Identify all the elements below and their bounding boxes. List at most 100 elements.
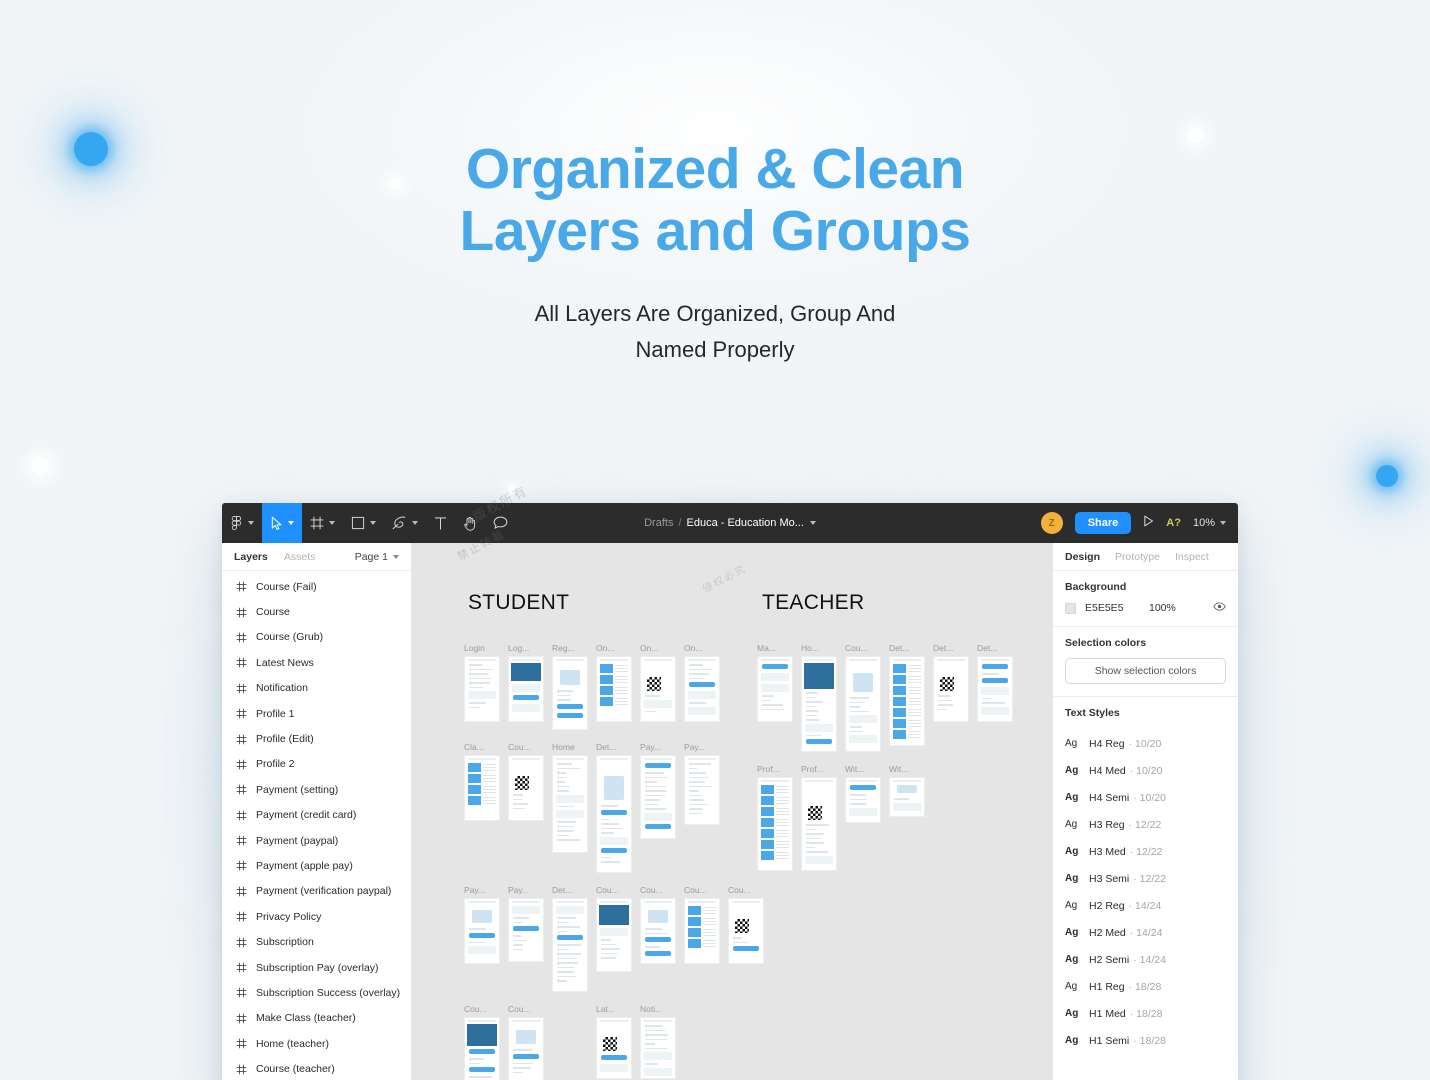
- artboard-frame[interactable]: Prof...: [757, 764, 793, 871]
- text-style-row[interactable]: Ag H1 Reg · 18/28: [1065, 973, 1226, 1000]
- layer-row[interactable]: Subscription: [222, 929, 411, 954]
- artboard-frame[interactable]: Cou...: [508, 742, 544, 821]
- comment-tool-button[interactable]: [485, 503, 516, 543]
- frame-tool-button[interactable]: [302, 503, 343, 543]
- layer-row[interactable]: Make Class (teacher): [222, 1006, 411, 1031]
- layer-row[interactable]: Profile (Edit): [222, 726, 411, 751]
- layer-row[interactable]: Payment (setting): [222, 777, 411, 802]
- layer-row[interactable]: Course: [222, 599, 411, 624]
- figma-canvas[interactable]: STUDENT TEACHER Login Log... Reg... On... On…: [412, 543, 1052, 1080]
- text-style-row[interactable]: Ag H2 Med · 14/24: [1065, 919, 1226, 946]
- artboard-frame[interactable]: Det...: [596, 742, 632, 873]
- layer-row[interactable]: Notification: [222, 676, 411, 701]
- text-style-row[interactable]: Ag H1 Semi · 18/28: [1065, 1027, 1226, 1054]
- artboard-frame[interactable]: Cou...: [596, 885, 632, 972]
- artboard-frame[interactable]: Cla...: [464, 742, 500, 821]
- artboard-frame[interactable]: Cou...: [640, 885, 676, 964]
- text-style-row[interactable]: Ag H4 Semi · 10/20: [1065, 784, 1226, 811]
- artboard-frame[interactable]: Cou...: [464, 1004, 500, 1080]
- show-selection-colors-button[interactable]: Show selection colors: [1065, 658, 1226, 684]
- avatar[interactable]: Z: [1040, 512, 1063, 534]
- artboard-frame[interactable]: Cou...: [508, 1004, 544, 1080]
- present-button[interactable]: [1143, 514, 1154, 532]
- layer-row[interactable]: Course (teacher): [222, 1056, 411, 1080]
- tab-prototype[interactable]: Prototype: [1115, 551, 1160, 563]
- layer-row[interactable]: Profile 1: [222, 701, 411, 726]
- artboard-frame[interactable]: Det...: [933, 643, 969, 722]
- tab-assets[interactable]: Assets: [284, 551, 316, 563]
- layer-row[interactable]: Profile 2: [222, 752, 411, 777]
- layer-list[interactable]: Course (Fail) Course Course (Grub) Latest N…: [222, 571, 411, 1080]
- figma-menu-button[interactable]: [222, 503, 262, 543]
- decorative-dot-right: [1376, 465, 1398, 487]
- background-color-swatch[interactable]: [1065, 602, 1076, 614]
- accessibility-badge[interactable]: A?: [1166, 517, 1181, 529]
- artboard-frame[interactable]: Ma...: [757, 643, 793, 722]
- artboard-frame[interactable]: Login: [464, 643, 500, 722]
- layer-row[interactable]: Payment (apple pay): [222, 853, 411, 878]
- breadcrumb-parent[interactable]: Drafts: [644, 517, 673, 529]
- zoom-control[interactable]: 10%: [1193, 517, 1226, 529]
- artboard-frame[interactable]: Det...: [889, 643, 925, 746]
- artboard-frame[interactable]: Pay...: [508, 885, 544, 962]
- layer-row[interactable]: Privacy Policy: [222, 904, 411, 929]
- artboard-frame[interactable]: On...: [684, 643, 720, 722]
- layer-row[interactable]: Home (teacher): [222, 1031, 411, 1056]
- artboard-thumbnail: [596, 1017, 632, 1079]
- text-style-row[interactable]: Ag H4 Med · 10/20: [1065, 757, 1226, 784]
- text-style-row[interactable]: Ag H3 Semi · 12/22: [1065, 865, 1226, 892]
- layer-row[interactable]: Payment (credit card): [222, 803, 411, 828]
- layer-row[interactable]: Subscription Success (overlay): [222, 980, 411, 1005]
- artboard-frame[interactable]: Cou...: [845, 643, 881, 752]
- artboard-frame[interactable]: Lat...: [596, 1004, 632, 1079]
- layer-row[interactable]: Latest News: [222, 650, 411, 675]
- layer-row[interactable]: Course (Grub): [222, 625, 411, 650]
- artboard-frame[interactable]: Log...: [508, 643, 544, 722]
- layer-row[interactable]: Payment (paypal): [222, 828, 411, 853]
- hand-tool-button[interactable]: [455, 503, 485, 543]
- artboard-frame[interactable]: Wit...: [889, 764, 925, 817]
- tab-design[interactable]: Design: [1065, 551, 1100, 563]
- background-color-row[interactable]: E5E5E5 100%: [1065, 602, 1226, 614]
- artboard-frame[interactable]: On...: [640, 643, 676, 722]
- text-style-row[interactable]: Ag H2 Reg · 14/24: [1065, 892, 1226, 919]
- artboard-frame[interactable]: Pay...: [640, 742, 676, 839]
- tab-inspect[interactable]: Inspect: [1175, 551, 1209, 563]
- text-style-row[interactable]: Ag H1 Med · 18/28: [1065, 1000, 1226, 1027]
- shape-tool-button[interactable]: [343, 503, 384, 543]
- artboard-frame[interactable]: On...: [596, 643, 632, 722]
- document-name[interactable]: Educa - Education Mo...: [687, 517, 804, 529]
- visibility-toggle[interactable]: [1213, 602, 1226, 614]
- artboard-label: Home: [552, 742, 575, 752]
- artboard-frame[interactable]: Prof...: [801, 764, 837, 871]
- text-style-row[interactable]: Ag H4 Reg · 10/20: [1065, 730, 1226, 757]
- artboard-frame[interactable]: Noti...: [640, 1004, 676, 1079]
- layer-row[interactable]: Subscription Pay (overlay): [222, 955, 411, 980]
- move-tool-button[interactable]: [262, 503, 302, 543]
- layer-row[interactable]: Course (Fail): [222, 574, 411, 599]
- artboard-frame[interactable]: Ho...: [801, 643, 837, 752]
- artboard-frame[interactable]: Home: [552, 742, 588, 853]
- background-hex-value[interactable]: E5E5E5: [1085, 602, 1149, 614]
- artboard-frame[interactable]: Pay...: [464, 885, 500, 964]
- artboard-frame[interactable]: Det...: [552, 885, 588, 992]
- artboard-frame[interactable]: Cou...: [728, 885, 764, 964]
- artboard-frame[interactable]: Det...: [977, 643, 1013, 722]
- chevron-down-icon[interactable]: [809, 521, 816, 525]
- artboard-thumbnail: [640, 656, 676, 722]
- text-style-row[interactable]: Ag H3 Med · 12/22: [1065, 838, 1226, 865]
- artboard-frame[interactable]: Pay...: [684, 742, 720, 825]
- text-tool-button[interactable]: [426, 503, 455, 543]
- page-selector[interactable]: Page 1: [355, 551, 399, 563]
- text-style-row[interactable]: Ag H3 Reg · 12/22: [1065, 811, 1226, 838]
- text-styles-list[interactable]: Ag H4 Reg · 10/20 Ag H4 Med · 10/20 Ag H4 Semi ·…: [1065, 728, 1226, 1054]
- layer-row[interactable]: Payment (verification paypal): [222, 879, 411, 904]
- artboard-frame[interactable]: Cou...: [684, 885, 720, 964]
- text-style-row[interactable]: Ag H2 Semi · 14/24: [1065, 946, 1226, 973]
- pen-tool-button[interactable]: [384, 503, 426, 543]
- tab-layers[interactable]: Layers: [234, 551, 268, 563]
- share-button[interactable]: Share: [1074, 512, 1132, 534]
- artboard-frame[interactable]: Reg...: [552, 643, 588, 730]
- artboard-frame[interactable]: Wit...: [845, 764, 881, 823]
- background-opacity-value[interactable]: 100%: [1149, 602, 1193, 614]
